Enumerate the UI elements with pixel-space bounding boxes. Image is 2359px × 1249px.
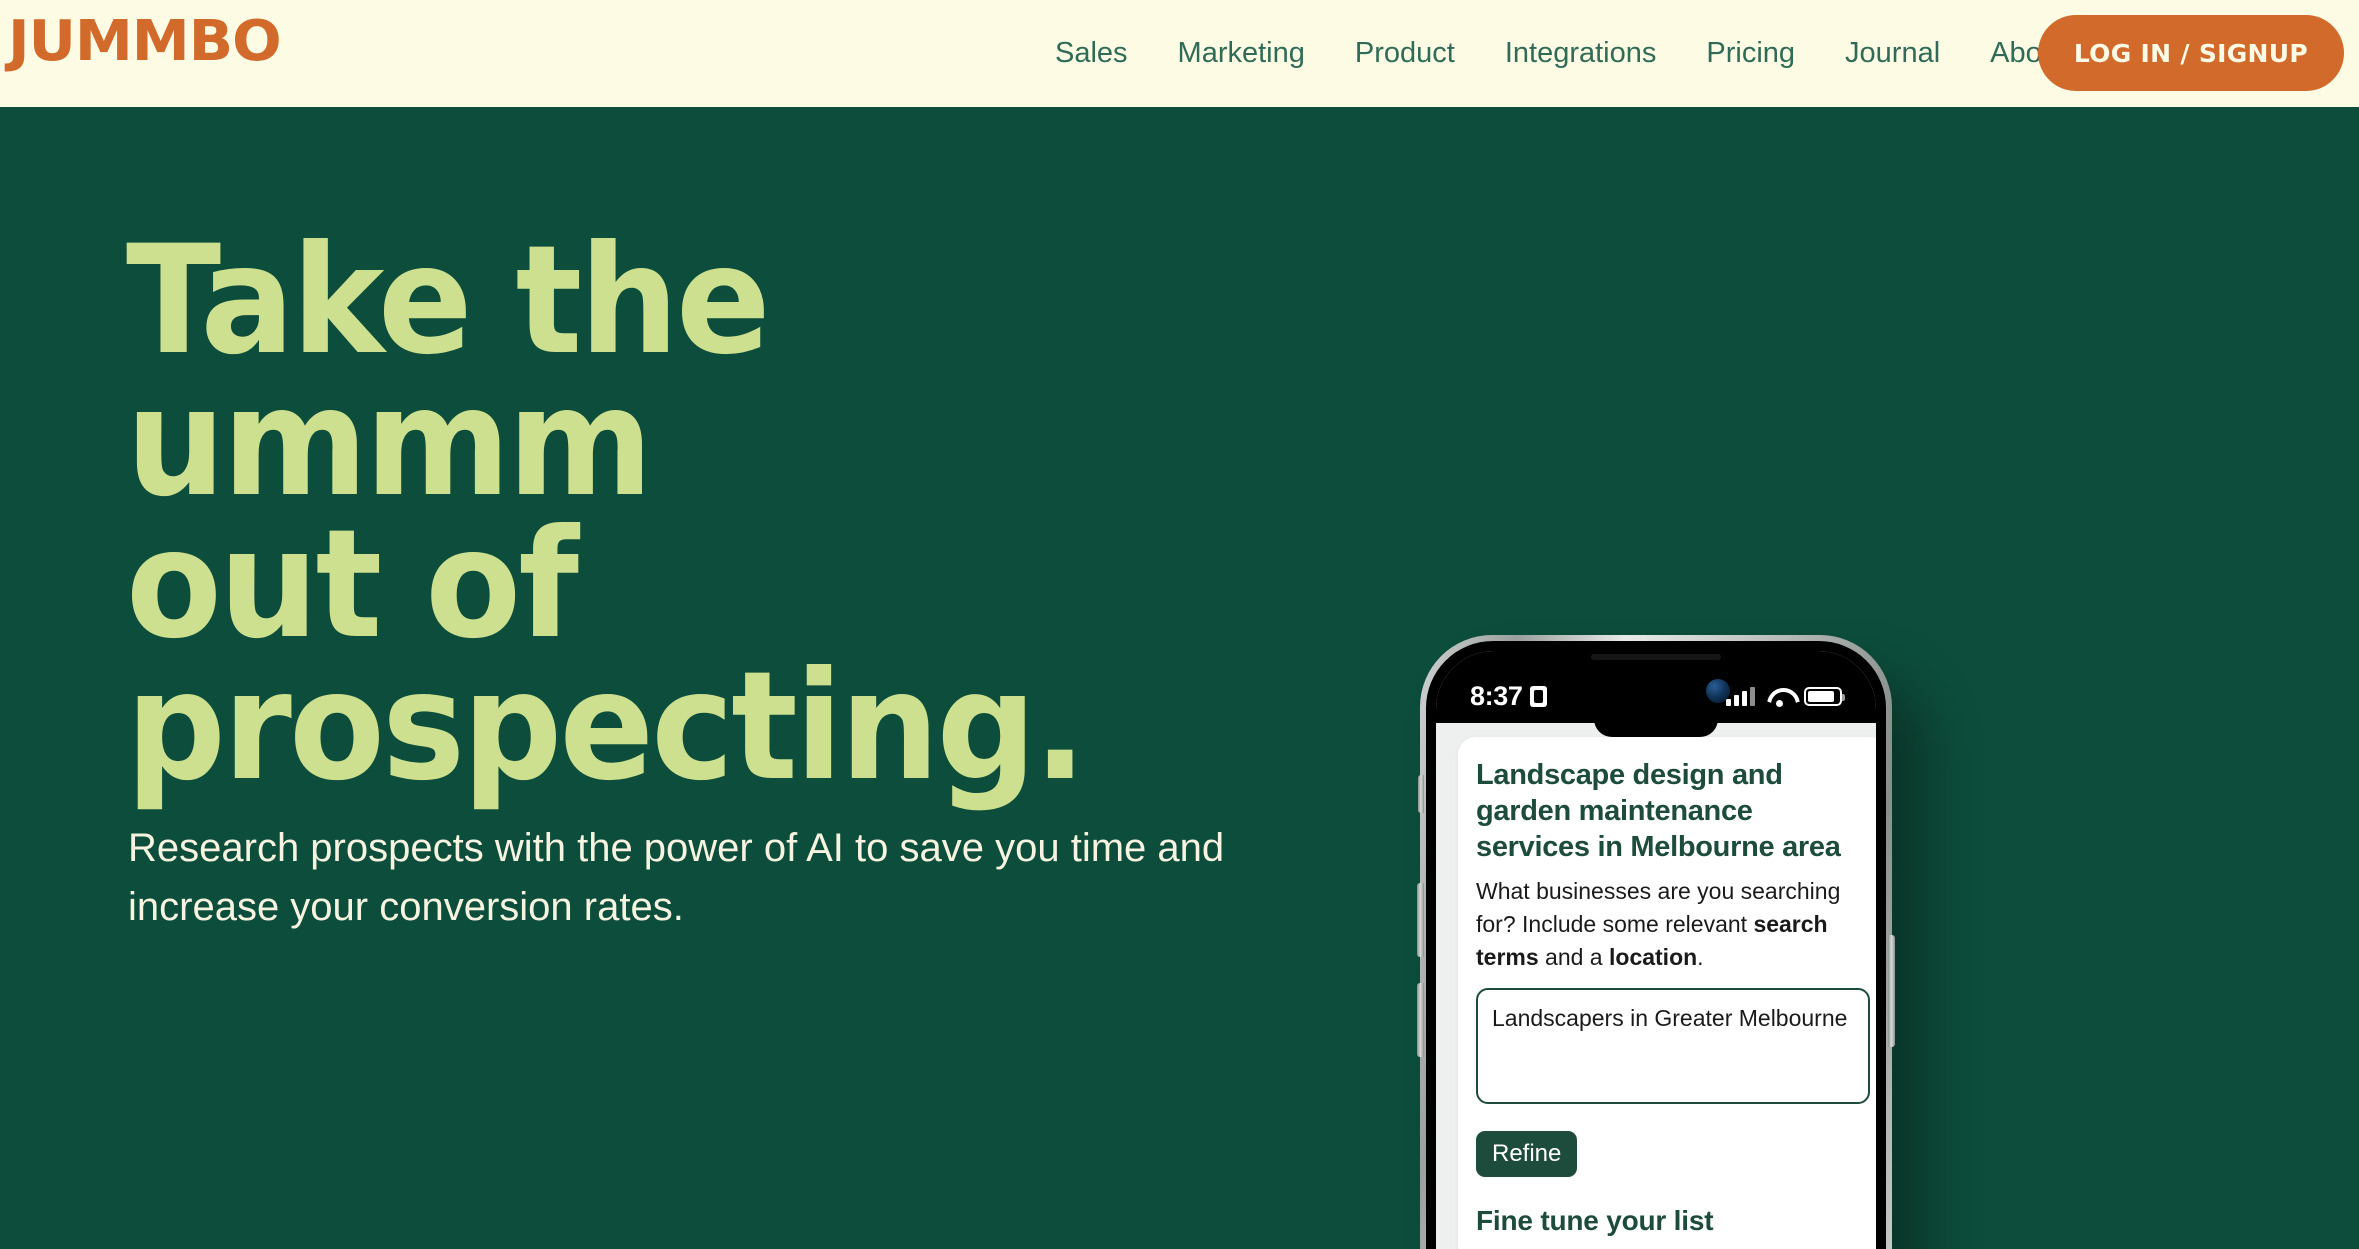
hero-heading-line-1: Take the ummm xyxy=(126,214,771,530)
search-query-textarea[interactable] xyxy=(1476,988,1870,1104)
phone-mockup: 8:37 Landscape design and garden mainten… xyxy=(1417,635,1895,1249)
description-text-part-2: and a xyxy=(1538,944,1609,970)
record-indicator-icon xyxy=(1530,685,1548,707)
login-signup-button[interactable]: LOG IN / SIGNUP xyxy=(2037,15,2344,91)
cellular-signal-icon xyxy=(1726,686,1755,706)
wifi-icon xyxy=(1767,687,1792,707)
nav-item-integrations[interactable]: Integrations xyxy=(1480,37,1682,70)
select-terms-label: Select relevant terms: xyxy=(1476,1245,1870,1249)
refine-button[interactable]: Refine xyxy=(1476,1131,1578,1177)
nav-item-product[interactable]: Product xyxy=(1330,37,1480,70)
hero-heading-line-3: prospecting. xyxy=(126,640,1087,814)
phone-power-button[interactable] xyxy=(1888,935,1895,1047)
app-card-description: What businesses are you searching for? I… xyxy=(1476,875,1870,974)
main-navigation: Sales Marketing Product Integrations Pri… xyxy=(1030,0,2091,107)
search-app-card: Landscape design and garden maintenance … xyxy=(1458,737,1876,1249)
battery-icon xyxy=(1804,686,1845,706)
phone-speaker-grille-icon xyxy=(1591,654,1721,660)
phone-mute-switch[interactable] xyxy=(1418,775,1424,813)
fine-tune-heading: Fine tune your list xyxy=(1476,1205,1714,1236)
nav-item-marketing[interactable]: Marketing xyxy=(1153,37,1330,70)
phone-bezel: 8:37 Landscape design and garden mainten… xyxy=(1426,641,1886,1249)
status-bar-time-group: 8:37 xyxy=(1470,680,1548,712)
site-header: JUMMBO Sales Marketing Product Integrati… xyxy=(0,0,2359,107)
hero-subtitle: Research prospects with the power of AI … xyxy=(128,826,1225,929)
status-bar-time: 8:37 xyxy=(1470,680,1523,711)
front-camera-icon xyxy=(1706,679,1730,703)
nav-item-sales[interactable]: Sales xyxy=(1030,37,1153,70)
hero-section: Take the ummm out of prospecting. Research… xyxy=(0,107,2359,1249)
nav-item-pricing[interactable]: Pricing xyxy=(1681,37,1820,70)
app-card-title: Landscape design and garden maintenance … xyxy=(1476,759,1841,863)
description-text-part-3: . xyxy=(1697,944,1704,970)
phone-volume-up-button[interactable] xyxy=(1417,883,1424,957)
nav-item-journal[interactable]: Journal xyxy=(1820,37,1965,70)
phone-volume-down-button[interactable] xyxy=(1417,983,1424,1057)
hero-heading: Take the ummm out of prospecting. xyxy=(126,226,1242,802)
dynamic-island-notch xyxy=(1594,711,1718,737)
jummbo-logo[interactable]: JUMMBO xyxy=(8,14,282,70)
status-bar-indicators xyxy=(1726,686,1845,707)
phone-screen: 8:37 Landscape design and garden mainten… xyxy=(1436,651,1876,1249)
description-bold-location: location xyxy=(1609,944,1698,970)
